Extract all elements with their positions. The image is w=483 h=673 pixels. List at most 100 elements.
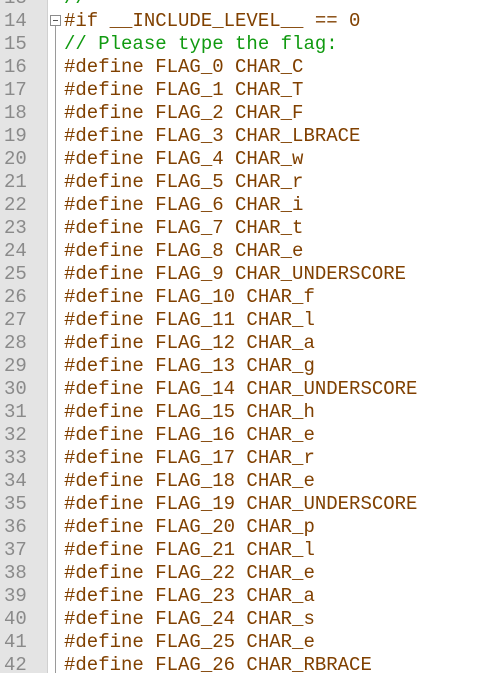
fold-guide-line (55, 79, 56, 102)
code-line[interactable]: 20 #define FLAG_4 CHAR_w (0, 148, 483, 171)
code-line[interactable]: 36 #define FLAG_20 CHAR_p (0, 516, 483, 539)
preprocessor-directive: #define FLAG_7 CHAR_t (64, 217, 304, 239)
line-number: 28 (4, 332, 27, 354)
line-number: 15 (4, 33, 27, 55)
preprocessor-directive: #define FLAG_3 CHAR_LBRACE (64, 125, 361, 147)
code-line[interactable]: 35 #define FLAG_19 CHAR_UNDERSCORE (0, 493, 483, 516)
code-line[interactable]: 28 #define FLAG_12 CHAR_a (0, 332, 483, 355)
line-number: 26 (4, 286, 27, 308)
fold-guide-line (55, 355, 56, 378)
code-line[interactable]: 16 #define FLAG_0 CHAR_C (0, 56, 483, 79)
line-number: 16 (4, 56, 27, 78)
fold-guide-line (55, 194, 56, 217)
fold-guide-line (55, 286, 56, 309)
fold-guide-line (55, 585, 56, 608)
line-number: 27 (4, 309, 27, 331)
code-line[interactable]: 29 #define FLAG_13 CHAR_g (0, 355, 483, 378)
fold-guide-line (55, 171, 56, 194)
code-line[interactable]: 38 #define FLAG_22 CHAR_e (0, 562, 483, 585)
line-number: 32 (4, 424, 27, 446)
preprocessor-directive: #define FLAG_1 CHAR_T (64, 79, 304, 101)
line-number: 37 (4, 539, 27, 561)
comment-text: // (64, 0, 87, 10)
code-line[interactable]: 40 #define FLAG_24 CHAR_s (0, 608, 483, 631)
code-line[interactable]: 18 #define FLAG_2 CHAR_F (0, 102, 483, 125)
fold-guide-line (55, 562, 56, 585)
preprocessor-directive: #define FLAG_17 CHAR_r (64, 447, 315, 469)
code-line[interactable]: 22 #define FLAG_6 CHAR_i (0, 194, 483, 217)
preprocessor-directive: #define FLAG_2 CHAR_F (64, 102, 304, 124)
fold-collapse-icon[interactable] (50, 15, 61, 26)
code-line[interactable]: 19 #define FLAG_3 CHAR_LBRACE (0, 125, 483, 148)
line-number: 24 (4, 240, 27, 262)
code-line[interactable]: 13 // (0, 0, 483, 10)
line-number: 41 (4, 631, 27, 653)
preprocessor-directive: #define FLAG_24 CHAR_s (64, 608, 315, 630)
fold-guide-line (55, 608, 56, 631)
line-number: 42 (4, 654, 27, 673)
line-number: 29 (4, 355, 27, 377)
line-number: 18 (4, 102, 27, 124)
code-line[interactable]: 25 #define FLAG_9 CHAR_UNDERSCORE (0, 263, 483, 286)
preprocessor-directive: #define FLAG_19 CHAR_UNDERSCORE (64, 493, 418, 515)
code-line[interactable]: 31 #define FLAG_15 CHAR_h (0, 401, 483, 424)
code-line[interactable]: 14 #if __INCLUDE_LEVEL__ == 0 (0, 10, 483, 33)
line-number: 40 (4, 608, 27, 630)
line-number: 34 (4, 470, 27, 492)
fold-guide-line (55, 470, 56, 493)
comment-text: // Please type the flag: (64, 33, 338, 55)
line-number: 14 (4, 10, 27, 32)
preprocessor-directive: #define FLAG_15 CHAR_h (64, 401, 315, 423)
preprocessor-directive: #define FLAG_20 CHAR_p (64, 516, 315, 538)
line-number: 21 (4, 171, 27, 193)
preprocessor-directive: #define FLAG_10 CHAR_f (64, 286, 315, 308)
line-number: 22 (4, 194, 27, 216)
code-line[interactable]: 33 #define FLAG_17 CHAR_r (0, 447, 483, 470)
code-line[interactable]: 23 #define FLAG_7 CHAR_t (0, 217, 483, 240)
line-number: 30 (4, 378, 27, 400)
fold-guide-line (55, 493, 56, 516)
line-number: 39 (4, 585, 27, 607)
fold-guide-line (55, 240, 56, 263)
fold-guide-line (55, 263, 56, 286)
code-line[interactable]: 39 #define FLAG_23 CHAR_a (0, 585, 483, 608)
code-line[interactable]: 21 #define FLAG_5 CHAR_r (0, 171, 483, 194)
fold-guide-line (55, 447, 56, 470)
preprocessor-directive: #define FLAG_6 CHAR_i (64, 194, 304, 216)
code-line[interactable]: 34 #define FLAG_18 CHAR_e (0, 470, 483, 493)
fold-guide-line (55, 56, 56, 79)
fold-guide-line (55, 125, 56, 148)
preprocessor-directive: #define FLAG_12 CHAR_a (64, 332, 315, 354)
preprocessor-directive: #define FLAG_18 CHAR_e (64, 470, 315, 492)
code-line[interactable]: 17 #define FLAG_1 CHAR_T (0, 79, 483, 102)
code-line[interactable]: 37 #define FLAG_21 CHAR_l (0, 539, 483, 562)
code-line[interactable]: 15 // Please type the flag: (0, 33, 483, 56)
code-line[interactable]: 24 #define FLAG_8 CHAR_e (0, 240, 483, 263)
line-number: 19 (4, 125, 27, 147)
code-line[interactable]: 32 #define FLAG_16 CHAR_e (0, 424, 483, 447)
code-line[interactable]: 42 #define FLAG_26 CHAR_RBRACE (0, 654, 483, 673)
code-editor[interactable]: 13 // 14 #if __INCLUDE_LEVEL__ == 0 15 // Ple… (0, 0, 483, 673)
code-line[interactable]: 26 #define FLAG_10 CHAR_f (0, 286, 483, 309)
preprocessor-directive: #define FLAG_26 CHAR_RBRACE (64, 654, 372, 673)
fold-guide-line (55, 539, 56, 562)
preprocessor-directive: #define FLAG_16 CHAR_e (64, 424, 315, 446)
code-line[interactable]: 30 #define FLAG_14 CHAR_UNDERSCORE (0, 378, 483, 401)
line-number: 31 (4, 401, 27, 423)
code-line[interactable]: 27 #define FLAG_11 CHAR_l (0, 309, 483, 332)
line-number: 17 (4, 79, 27, 101)
line-number: 23 (4, 217, 27, 239)
preprocessor-directive: #define FLAG_9 CHAR_UNDERSCORE (64, 263, 407, 285)
fold-guide-line (55, 217, 56, 240)
code-area[interactable]: 13 // 14 #if __INCLUDE_LEVEL__ == 0 15 // Ple… (0, 0, 483, 673)
preprocessor-directive: #define FLAG_8 CHAR_e (64, 240, 304, 262)
fold-guide-line (55, 378, 56, 401)
fold-guide-line (55, 654, 56, 673)
fold-guide-line (55, 332, 56, 355)
preprocessor-directive: #define FLAG_4 CHAR_w (64, 148, 304, 170)
line-number: 25 (4, 263, 27, 285)
fold-guide-line (55, 516, 56, 539)
preprocessor-directive: #if __INCLUDE_LEVEL__ == 0 (64, 10, 361, 32)
preprocessor-directive: #define FLAG_0 CHAR_C (64, 56, 304, 78)
code-line[interactable]: 41 #define FLAG_25 CHAR_e (0, 631, 483, 654)
